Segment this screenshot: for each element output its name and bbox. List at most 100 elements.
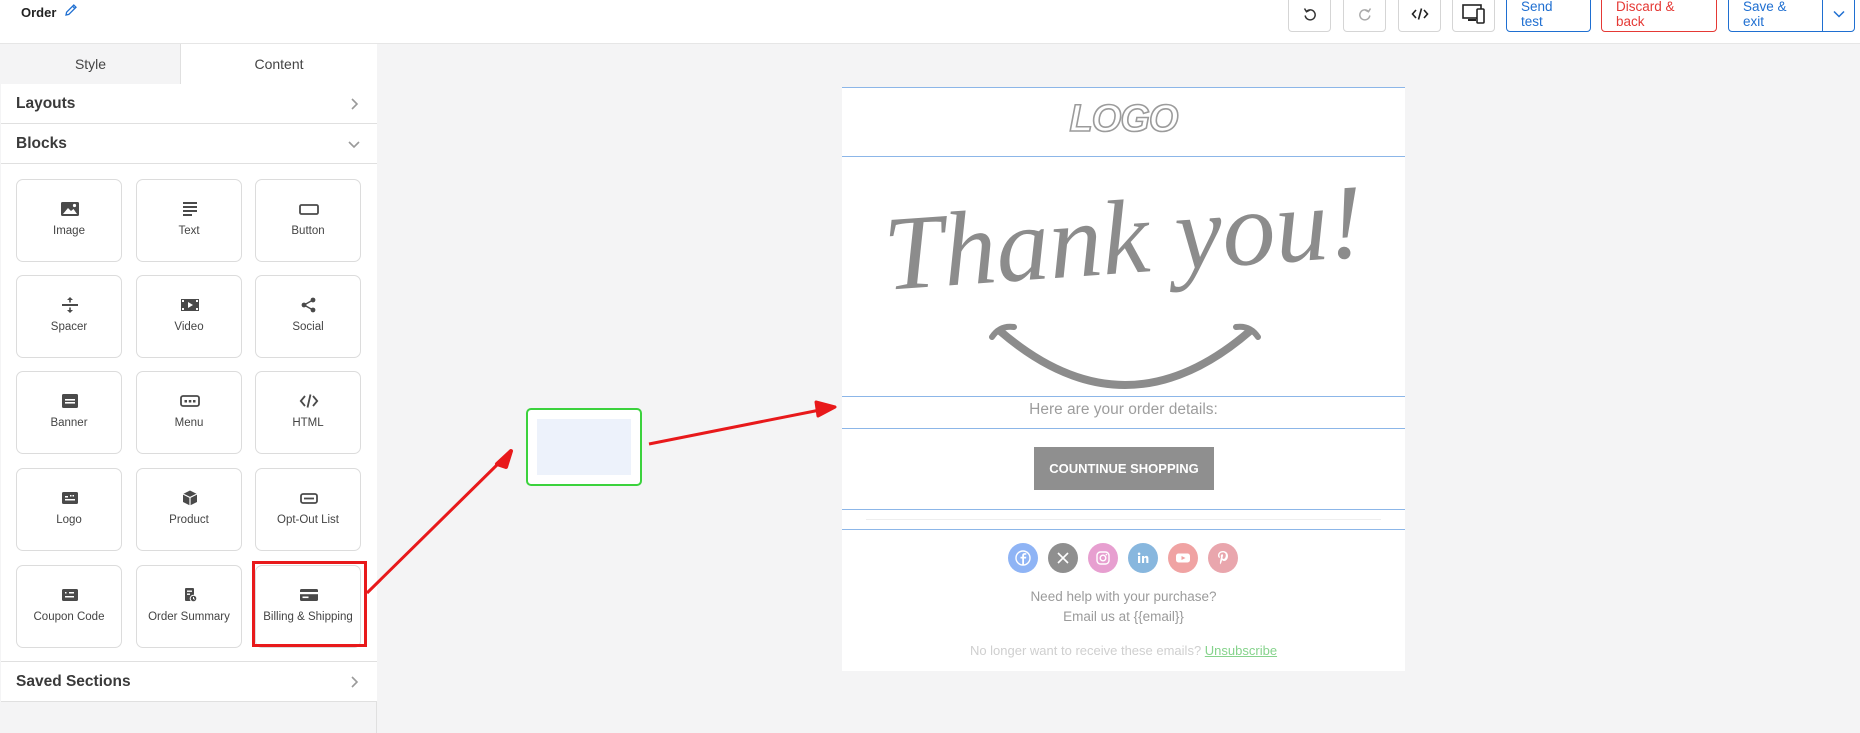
page-title: Order	[21, 5, 57, 20]
block-spacer[interactable]: Spacer	[16, 275, 122, 358]
chevron-right-icon	[351, 676, 359, 688]
card-icon	[300, 589, 318, 601]
block-logo[interactable]: Logo	[16, 468, 122, 551]
block-html[interactable]: HTML	[255, 371, 361, 454]
facebook-icon[interactable]	[1008, 543, 1038, 573]
button-icon	[299, 204, 319, 215]
spacer-icon	[62, 297, 78, 313]
order-summary-icon	[185, 588, 198, 603]
unsubscribe-line[interactable]: No longer want to receive these emails? …	[842, 643, 1405, 658]
coupon-icon	[62, 589, 78, 601]
blocks-label: Blocks	[16, 134, 67, 152]
layouts-section-header[interactable]: Layouts	[1, 84, 377, 124]
annotation-arrowhead	[495, 449, 513, 469]
send-test-button[interactable]: Send test	[1506, 0, 1591, 32]
block-image[interactable]: Image	[16, 179, 122, 262]
blocks-section-header[interactable]: Blocks	[1, 124, 377, 164]
annotation-arrow	[365, 457, 505, 595]
block-product[interactable]: Product	[136, 468, 242, 551]
block-billing-shipping[interactable]: Billing & Shipping	[255, 565, 361, 648]
youtube-icon[interactable]	[1168, 543, 1198, 573]
block-coupon-code[interactable]: Coupon Code	[16, 565, 122, 648]
row-divider	[842, 428, 1405, 429]
block-menu[interactable]: Menu	[136, 371, 242, 454]
annotation-arrowhead	[814, 400, 837, 418]
block-label: Billing & Shipping	[263, 611, 353, 623]
block-label: Social	[292, 321, 324, 333]
smile-curve	[996, 327, 1254, 389]
help-email-text[interactable]: Email us at {{email}}	[842, 609, 1405, 624]
block-text[interactable]: Text	[136, 179, 242, 262]
save-exit-button[interactable]: Save & exit	[1728, 0, 1823, 32]
block-button[interactable]: Button	[255, 179, 361, 262]
help-text[interactable]: Need help with your purchase?	[842, 589, 1405, 604]
block-video[interactable]: Video	[136, 275, 242, 358]
share-icon	[301, 297, 316, 313]
text-icon	[183, 202, 197, 216]
instagram-icon[interactable]	[1088, 543, 1118, 573]
saved-sections-label: Saved Sections	[16, 672, 131, 690]
social-icons-row	[1008, 543, 1238, 573]
row-divider	[842, 509, 1405, 510]
product-icon	[182, 490, 198, 506]
block-label: HTML	[292, 417, 324, 429]
banner-icon	[62, 394, 78, 408]
block-social[interactable]: Social	[255, 275, 361, 358]
row-divider	[842, 87, 1405, 88]
block-label: Text	[178, 225, 200, 237]
image-icon	[61, 202, 79, 216]
thank-you-image[interactable]: Thank you!	[842, 157, 1405, 395]
left-panel: Style Content Layouts Blocks Image Text …	[1, 44, 377, 733]
code-icon	[299, 394, 319, 408]
unsubscribe-link[interactable]: Unsubscribe	[1205, 643, 1277, 658]
block-order-summary[interactable]: Order Summary	[136, 565, 242, 648]
pinterest-icon[interactable]	[1208, 543, 1238, 573]
linkedin-icon[interactable]	[1128, 543, 1158, 573]
drag-placeholder-fill	[537, 419, 631, 475]
code-icon	[1410, 8, 1429, 20]
unsubscribe-prefix: No longer want to receive these emails?	[969, 643, 1202, 658]
row-divider	[842, 529, 1405, 530]
order-details-text[interactable]: Here are your order details:	[842, 401, 1405, 419]
block-label: Menu	[174, 417, 204, 429]
email-preview: LOGO Thank you! Here are your order deta…	[842, 87, 1405, 671]
block-label: Button	[291, 225, 325, 237]
logo-placeholder[interactable]: LOGO	[842, 97, 1405, 141]
logo-icon	[62, 492, 78, 504]
optout-icon	[300, 493, 318, 504]
block-label: Product	[169, 514, 209, 526]
chevron-right-icon	[351, 98, 359, 110]
preview-device-button[interactable]	[1452, 0, 1495, 32]
desktop-mobile-icon	[1461, 4, 1485, 24]
discard-back-button[interactable]: Discard & back	[1601, 0, 1717, 32]
block-label: Image	[53, 225, 85, 237]
row-divider	[842, 396, 1405, 397]
block-label: Spacer	[50, 321, 88, 333]
tab-style[interactable]: Style	[1, 44, 181, 84]
undo-icon	[1303, 8, 1316, 21]
block-optout-list[interactable]: Opt-Out List	[255, 468, 361, 551]
chevron-down-icon	[348, 141, 360, 149]
code-view-button[interactable]	[1398, 0, 1441, 32]
drag-placeholder[interactable]	[526, 408, 642, 486]
layouts-label: Layouts	[16, 94, 76, 112]
saved-sections-header[interactable]: Saved Sections	[1, 662, 377, 702]
pencil-icon[interactable]	[63, 2, 79, 18]
continue-shopping-button[interactable]: COUNTINUE SHOPPING	[1034, 447, 1214, 490]
save-options-dropdown[interactable]	[1822, 0, 1855, 32]
redo-button[interactable]	[1343, 0, 1386, 32]
block-banner[interactable]: Banner	[16, 371, 122, 454]
divider-line	[866, 519, 1381, 520]
block-label: Opt-Out List	[277, 514, 339, 526]
block-label: Video	[174, 321, 204, 333]
top-bar: Order Send test Discard & back Save & ex…	[0, 0, 1860, 44]
hero-text: Thank you!	[880, 162, 1367, 312]
redo-icon	[1358, 8, 1371, 21]
video-icon	[181, 299, 199, 311]
undo-button[interactable]	[1288, 0, 1331, 32]
block-label: Logo	[56, 514, 82, 526]
x-icon[interactable]	[1048, 543, 1078, 573]
block-label: Order Summary	[148, 611, 230, 623]
block-label: Banner	[50, 417, 88, 429]
tab-content[interactable]: Content	[181, 44, 377, 84]
